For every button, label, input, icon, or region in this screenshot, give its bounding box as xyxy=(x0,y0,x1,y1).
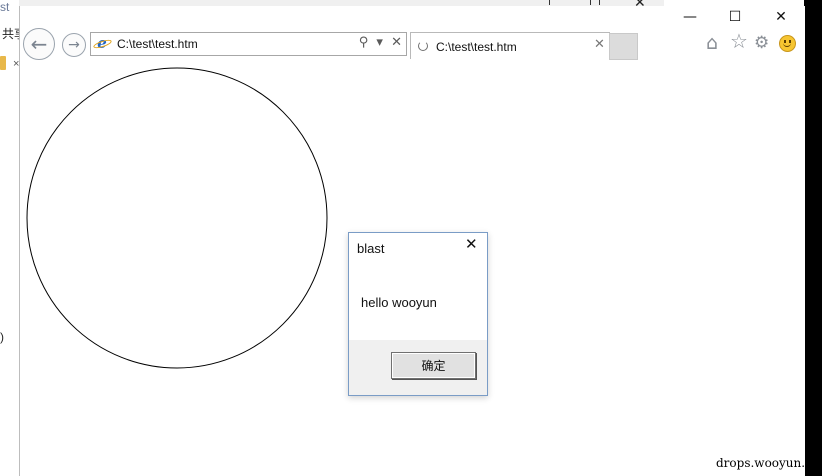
dialog-close-icon[interactable]: ✕ xyxy=(465,235,478,253)
watermark-text: drops.wooyun.c xyxy=(716,456,812,470)
alert-dialog: blast ✕ hello wooyun 确定 xyxy=(348,232,488,396)
drawn-circle xyxy=(26,67,328,369)
ok-button[interactable]: 确定 xyxy=(391,352,476,379)
dialog-footer: 确定 xyxy=(349,340,487,395)
dialog-title: blast xyxy=(357,241,385,256)
dialog-message: hello wooyun xyxy=(361,295,437,310)
